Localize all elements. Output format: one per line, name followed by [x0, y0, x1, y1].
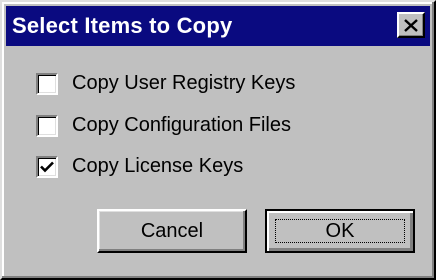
checkmark-icon — [40, 161, 54, 172]
cancel-button[interactable]: Cancel — [97, 209, 247, 253]
ok-button-label: OK — [325, 219, 355, 242]
close-button[interactable] — [397, 12, 425, 38]
option-label: Copy User Registry Keys — [72, 72, 296, 94]
option-copy-license-keys[interactable]: Copy License Keys — [36, 155, 243, 178]
ok-button[interactable]: OK — [265, 209, 415, 253]
dialog-title: Select Items to Copy — [12, 13, 233, 38]
checkbox-license-keys[interactable] — [36, 155, 58, 178]
select-items-dialog: Select Items to Copy Copy User Registry … — [0, 0, 436, 280]
option-label: Copy License Keys — [72, 155, 244, 177]
option-copy-configuration-files[interactable]: Copy Configuration Files — [36, 114, 291, 137]
option-label: Copy Configuration Files — [72, 114, 291, 136]
close-icon — [404, 18, 418, 32]
checkbox-configuration-files[interactable] — [36, 114, 58, 137]
title-bar[interactable]: Select Items to Copy — [6, 6, 430, 46]
option-copy-user-registry-keys[interactable]: Copy User Registry Keys — [36, 72, 295, 95]
checkbox-user-registry-keys[interactable] — [36, 72, 58, 95]
